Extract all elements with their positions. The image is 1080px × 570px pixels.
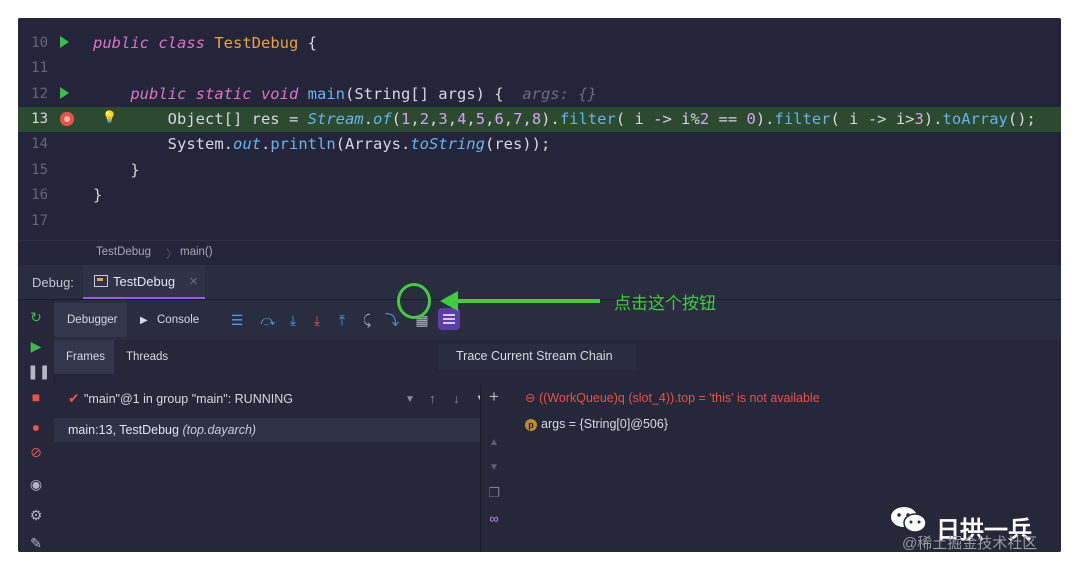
tab-frames-label: Frames	[66, 351, 105, 363]
code-text: System.out.println(Arrays.toString(res))…	[93, 135, 551, 153]
debug-side-toolbar: ↻ ▶ ❚❚ ■ ● ⊘ ◉ ⚙ ✎	[18, 300, 55, 552]
breadcrumb-class[interactable]: TestDebug	[96, 246, 151, 258]
settings-icon[interactable]: ⚙	[27, 506, 45, 524]
step-out-icon[interactable]: ⤒	[333, 311, 351, 329]
rerun-icon[interactable]: ↻	[27, 308, 45, 326]
force-step-into-icon[interactable]: ⤓	[308, 311, 326, 329]
run-gutter-icon[interactable]	[60, 36, 69, 48]
ide-window: 10 public class TestDebug { 11 12 public st…	[18, 18, 1061, 552]
mute-breakpoints-icon[interactable]: ⊘	[27, 443, 45, 461]
close-tab-icon[interactable]: ✕	[189, 275, 198, 288]
code-line[interactable]: 12 public static void main(String[] args…	[18, 82, 1061, 107]
frames-subtabs: Frames Threads	[54, 340, 500, 374]
tooltip-text: Trace Current Stream Chain	[456, 349, 613, 363]
step-into-icon[interactable]: ⤓	[284, 311, 302, 329]
tooltip: Trace Current Stream Chain	[438, 344, 636, 370]
code-line[interactable]: 13 💡 Object[] res = Stream.of(1,2,3,4,5,6…	[18, 107, 1061, 132]
breadcrumb-method[interactable]: main()	[180, 246, 213, 258]
code-text: public static void main(String[] args) {…	[130, 85, 597, 103]
debug-toolbar: Debugger ▶ Console ☰ ⤼ ⤓ ⤓ ⤒ ⤹ ⤵ ▦	[54, 300, 1061, 340]
breadcrumb: TestDebug 〉 main()	[18, 240, 1061, 265]
stack-frame-text: main:13, TestDebug (top.dayarch)	[68, 423, 256, 437]
run-config-icon	[94, 275, 108, 287]
tab-threads-label: Threads	[126, 351, 169, 363]
code-line[interactable]: 17	[18, 209, 1061, 234]
line-number[interactable]: 15	[18, 162, 48, 178]
run-to-cursor-icon[interactable]: ⤵	[383, 311, 401, 329]
debug-session-tab[interactable]: TestDebug ✕	[83, 265, 205, 299]
tab-frames[interactable]: Frames	[54, 340, 114, 374]
debug-session-tab-label: TestDebug	[113, 274, 176, 289]
frames-panel: ✔ "main"@1 in group "main": RUNNING ▼ ↑ …	[54, 385, 488, 552]
code-text: }	[93, 186, 103, 204]
code-line[interactable]: 10 public class TestDebug {	[18, 31, 1061, 56]
line-number[interactable]: 14	[18, 136, 48, 152]
line-number[interactable]: 17	[18, 213, 48, 229]
trace-stream-chain-button[interactable]	[438, 308, 460, 330]
code-line[interactable]: 14 System.out.println(Arrays.toString(re…	[18, 132, 1061, 157]
watches-icon[interactable]: ∞	[485, 511, 503, 526]
variable-args[interactable]: p args = {String[0]@506}	[525, 417, 668, 431]
pause-icon[interactable]: ❚❚	[27, 362, 50, 380]
console-icon: ▶	[140, 315, 148, 326]
view-breakpoints-icon[interactable]: ●	[27, 418, 45, 436]
code-line[interactable]: 11	[18, 56, 1061, 81]
tab-console[interactable]: ▶ Console	[134, 303, 214, 337]
move-down-icon[interactable]: ▼	[485, 462, 503, 473]
stack-frame-package: (top.dayarch)	[182, 423, 257, 437]
thread-label: "main"@1 in group "main": RUNNING	[84, 392, 293, 406]
up-arrow-icon[interactable]: ↑	[429, 391, 436, 406]
tab-debugger[interactable]: Debugger	[54, 303, 127, 337]
watermark: @稀土掘金技术社区	[902, 535, 1038, 552]
step-over-icon[interactable]: ⤼	[259, 311, 277, 329]
stack-frame-name: main:13, TestDebug	[68, 423, 179, 437]
code-text: }	[93, 161, 140, 179]
tab-console-label: Console	[157, 314, 200, 326]
code-text: Object[] res = Stream.of(1,2,3,4,5,6,7,8…	[93, 110, 1036, 128]
down-arrow-icon[interactable]: ↓	[453, 391, 460, 406]
check-icon: ✔	[68, 390, 80, 406]
line-number[interactable]: 11	[18, 60, 48, 76]
annotation-text: 点击这个按钮	[614, 294, 716, 314]
code-line[interactable]: 16}	[18, 183, 1061, 208]
line-number[interactable]: 10	[18, 35, 48, 51]
variable-args-text: args = {String[0]@506}	[541, 417, 669, 431]
variable-error-text: ((WorkQueue)q (slot_4)).top = 'this' is …	[538, 391, 820, 405]
variable-error[interactable]: ⊖ ((WorkQueue)q (slot_4)).top = 'this' i…	[525, 390, 820, 405]
camera-icon[interactable]: ◉	[27, 475, 45, 493]
error-icon: ⊖	[525, 391, 539, 405]
dropdown-icon[interactable]: ▼	[405, 394, 415, 405]
code-line[interactable]: 15 }	[18, 158, 1061, 183]
stack-frame-row[interactable]: main:13, TestDebug (top.dayarch)	[54, 418, 480, 442]
tab-debugger-label: Debugger	[67, 314, 118, 326]
add-watch-icon[interactable]: +	[485, 387, 503, 407]
breakpoint-icon[interactable]	[60, 112, 74, 126]
thread-selector[interactable]: ✔ "main"@1 in group "main": RUNNING ▼ ↑ …	[54, 385, 488, 413]
arrow-line	[452, 299, 600, 303]
resume-icon[interactable]: ▶	[27, 337, 45, 355]
highlight-circle	[397, 283, 431, 319]
line-number[interactable]: 12	[18, 86, 48, 102]
line-number[interactable]: 13	[18, 111, 48, 127]
duplicate-icon[interactable]: ❐	[485, 485, 503, 501]
variables-toolbar: + ▲ ▼ ❐ ∞	[480, 385, 507, 552]
line-number[interactable]: 16	[18, 187, 48, 203]
code-editor[interactable]: 10 public class TestDebug { 11 12 public st…	[18, 18, 1061, 240]
wechat-icon	[891, 507, 927, 533]
debug-header: Debug: TestDebug ✕	[18, 265, 1061, 300]
stop-icon[interactable]: ■	[27, 388, 45, 406]
show-execution-point-icon[interactable]: ☰	[228, 311, 246, 329]
code-text: public class TestDebug {	[93, 34, 317, 52]
tab-threads[interactable]: Threads	[116, 340, 176, 374]
move-up-icon[interactable]: ▲	[485, 437, 503, 448]
breadcrumb-sep: 〉	[166, 249, 178, 261]
drop-frame-icon[interactable]: ⤹	[358, 311, 376, 329]
parameter-icon: p	[525, 418, 537, 431]
debug-label: Debug:	[32, 275, 74, 290]
run-gutter-icon[interactable]	[60, 87, 69, 99]
pin-icon[interactable]: ✎	[27, 534, 45, 552]
